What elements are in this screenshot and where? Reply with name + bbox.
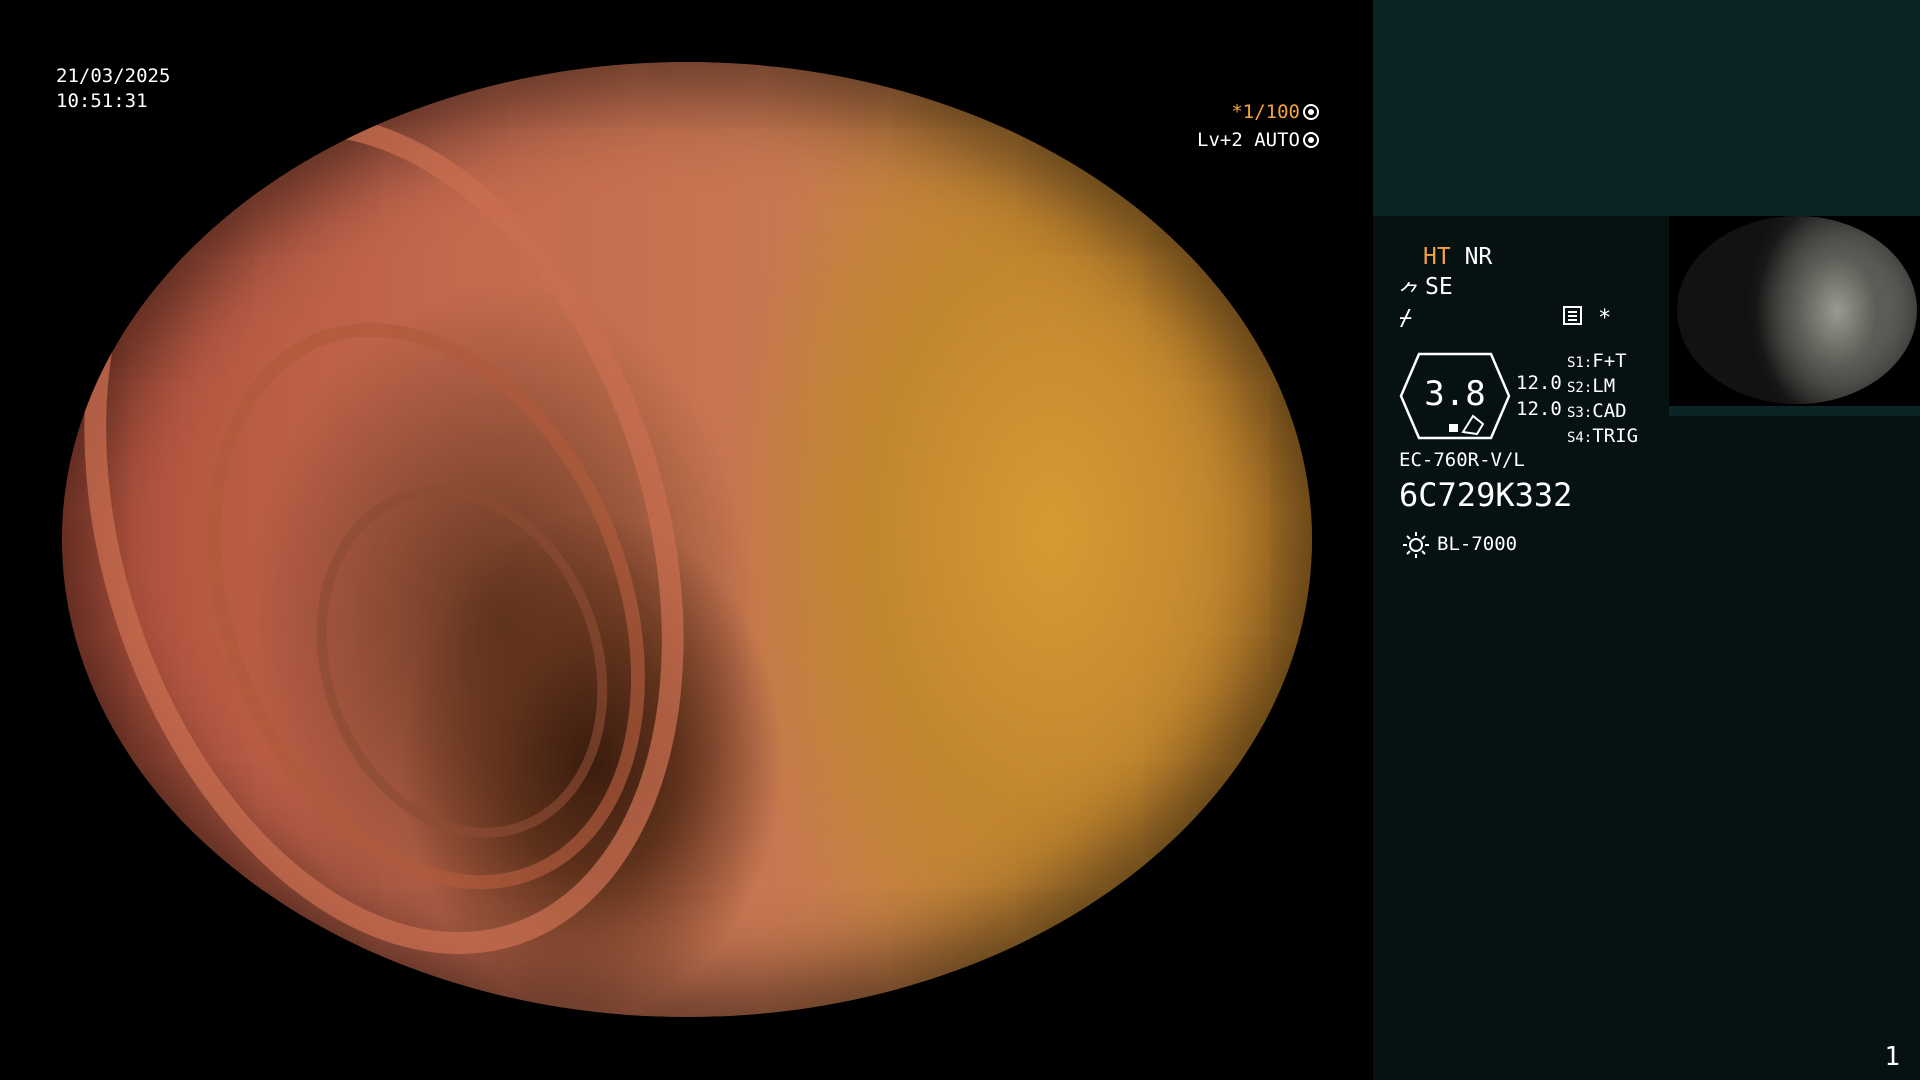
switch-key: S4: (1567, 430, 1593, 446)
star-icon: * (1598, 306, 1612, 331)
thumbnail-image (1677, 216, 1917, 404)
datetime-overlay: 21/03/2025 10:51:31 (56, 64, 170, 114)
page-number: 1 (1884, 1042, 1900, 1072)
shutter-text: *1/100 (1231, 101, 1300, 123)
switch-label: LM (1592, 375, 1616, 397)
value-a: 12.0 (1516, 372, 1562, 394)
zoom-value: 3.8 (1424, 374, 1486, 414)
date-text: 21/03/2025 (56, 65, 171, 87)
switch-row: S2:LM (1567, 375, 1615, 397)
switch-label: CAD (1592, 400, 1627, 422)
switch-key: S1: (1567, 355, 1593, 371)
endoscope-viewer: 21/03/2025 10:51:31 *1/100 Lv+2 AUTO (0, 0, 1373, 1080)
time-text: 10:51:31 (56, 90, 148, 112)
switch-row: S1:F+T (1567, 350, 1627, 372)
mode-se: SE (1425, 274, 1453, 300)
wheel-icon (1303, 104, 1319, 120)
panel-header-area (1373, 0, 1920, 216)
previous-capture-thumbnail[interactable] (1669, 216, 1920, 406)
switch-key: S3: (1567, 405, 1593, 421)
viewer-mask-top (0, 0, 1373, 62)
mode-ht: HT (1423, 244, 1451, 270)
mode-row: HT NR (1423, 244, 1492, 270)
exposure-overlay: *1/100 Lv+2 AUTO (1197, 98, 1319, 154)
thumbnail-bar (1669, 406, 1920, 416)
info-panel: HT NR ⺈ SE ⌿ * 3.8 12.0 12.0 S1:F+T S2:L… (1373, 0, 1920, 1080)
viewer-mask-bottom (0, 1018, 1373, 1080)
iris-icon (1303, 132, 1319, 148)
scope-serial: 6C729K332 (1399, 476, 1573, 514)
switch-label: TRIG (1592, 425, 1639, 447)
light-source: BL-7000 (1437, 533, 1518, 555)
iris-text: Lv+2 AUTO (1197, 129, 1300, 151)
sun-icon (1403, 532, 1429, 558)
tweezers-icon: ⺈ (1399, 282, 1422, 307)
switch-key: S2: (1567, 380, 1593, 396)
scope-model: EC-760R-V/L (1399, 449, 1525, 471)
mode-nr: NR (1464, 244, 1493, 270)
switch-row: S3:CAD (1567, 400, 1627, 422)
switch-row: S4:TRIG (1567, 425, 1638, 447)
slash-icon: ⌿ (1399, 306, 1413, 331)
switch-label: F+T (1592, 350, 1627, 372)
value-b: 12.0 (1516, 398, 1562, 420)
memo-icon (1563, 306, 1582, 325)
lumen-folds (62, 62, 1312, 1017)
